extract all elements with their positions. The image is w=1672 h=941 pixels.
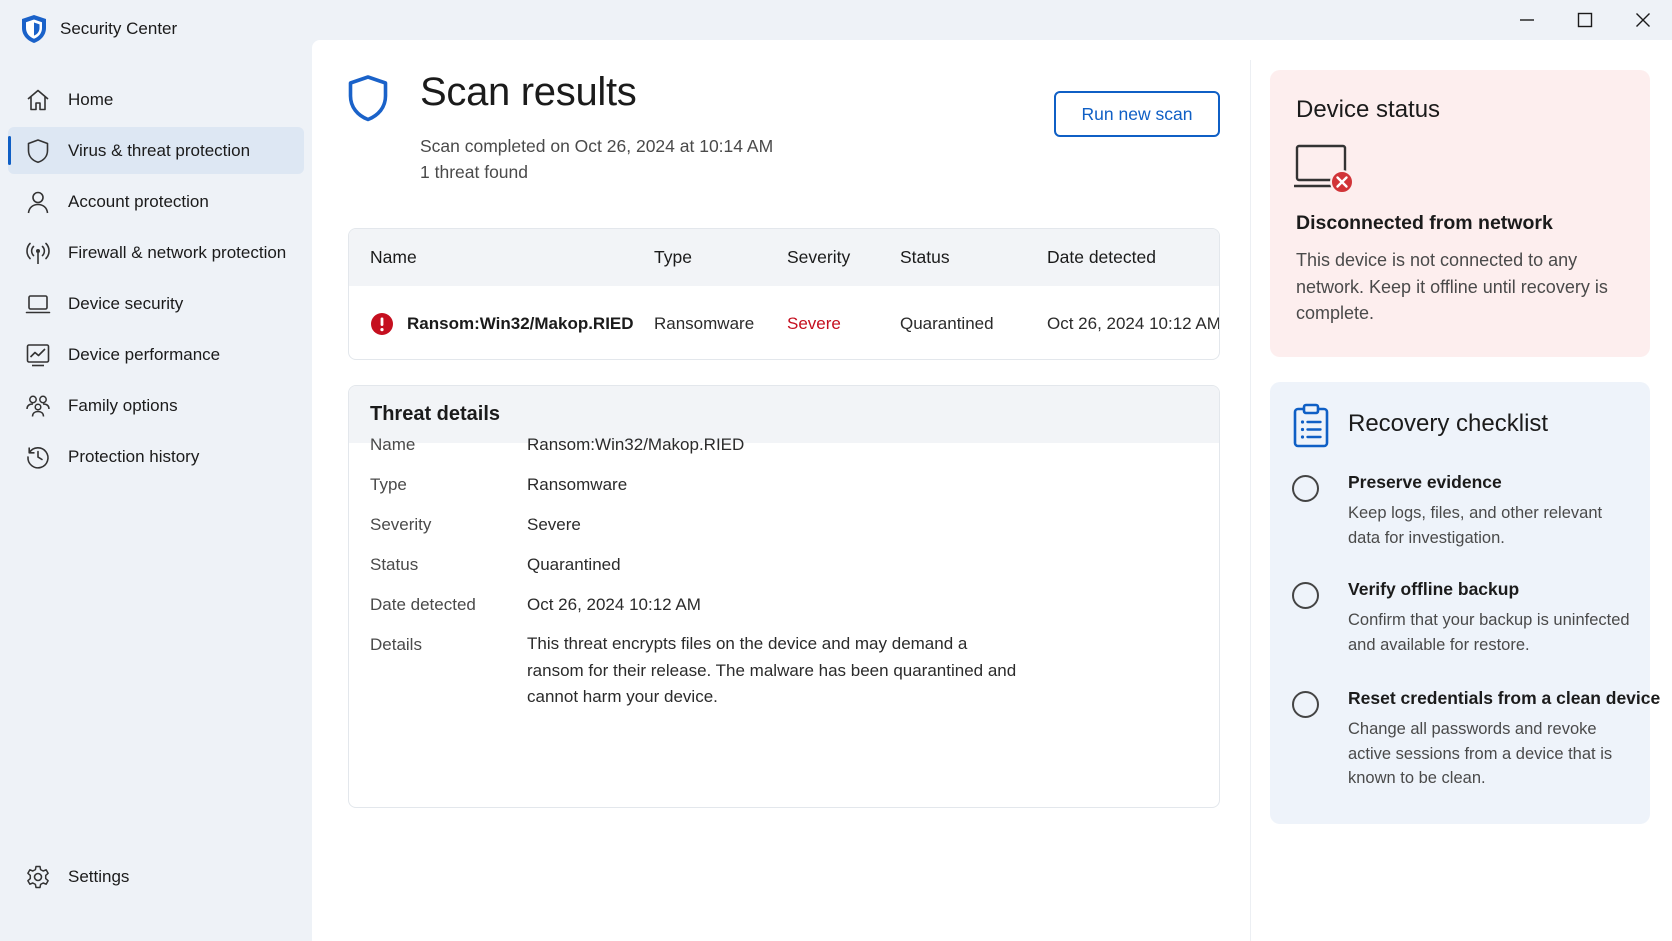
antenna-icon bbox=[26, 242, 50, 264]
device-status-card: Device status Disconnected from network … bbox=[1270, 70, 1650, 357]
threat-details-panel: Threat details Name Ransom:Win32/Makop.R… bbox=[348, 385, 1220, 808]
threat-severity: Severe bbox=[787, 313, 841, 333]
detail-label-name: Name bbox=[370, 435, 416, 454]
checklist-radio[interactable] bbox=[1292, 691, 1319, 718]
window-controls bbox=[1498, 0, 1672, 40]
table-row[interactable]: Ransom:Win32/Makop.RIED Ransomware Sever… bbox=[349, 286, 1220, 359]
sidebar-item-label: Family options bbox=[68, 395, 178, 415]
shield-icon bbox=[348, 75, 388, 122]
gear-icon bbox=[27, 865, 49, 888]
sidebar-item-firewall-network-protection[interactable]: Firewall & network protection bbox=[8, 229, 304, 276]
threat-name-cell: Ransom:Win32/Makop.RIED bbox=[370, 286, 634, 359]
detail-value-type: Ransomware bbox=[527, 475, 628, 494]
column-divider bbox=[1250, 60, 1251, 941]
sidebar-item-label: Device security bbox=[68, 293, 184, 313]
sidebar-item-label: Device performance bbox=[68, 344, 221, 364]
checklist-item-description: Confirm that your backup is uninfected a… bbox=[1348, 611, 1630, 654]
column-header-severity[interactable]: Severity bbox=[787, 229, 850, 286]
app-title: Security Center bbox=[60, 19, 178, 38]
threat-details-title: Threat details bbox=[349, 386, 1219, 443]
detail-label-type: Type bbox=[370, 475, 407, 494]
detail-value-severity: Severe bbox=[527, 515, 581, 534]
home-icon bbox=[27, 89, 49, 110]
recovery-checklist-card: Recovery checklist Preserve evidence Kee… bbox=[1270, 382, 1660, 824]
sidebar-nav: Home Virus & threat protection Account p… bbox=[0, 76, 312, 484]
maximize-button[interactable] bbox=[1556, 0, 1614, 40]
column-header-name[interactable]: Name bbox=[370, 229, 417, 286]
threat-count-text: 1 threat found bbox=[420, 162, 528, 182]
alert-icon bbox=[371, 312, 393, 335]
sidebar-item-virus-threat-protection[interactable]: Virus & threat protection bbox=[8, 127, 304, 174]
sidebar-item-settings[interactable]: Settings bbox=[8, 853, 304, 900]
sidebar-item-home[interactable]: Home bbox=[8, 76, 304, 123]
sidebar-item-account-protection[interactable]: Account protection bbox=[8, 178, 304, 225]
sidebar-item-label: Home bbox=[68, 89, 114, 109]
minimize-icon bbox=[1520, 19, 1534, 21]
laptop-disconnected-icon bbox=[1294, 144, 1354, 194]
sidebar-item-family-options[interactable]: Family options bbox=[8, 382, 304, 429]
checklist-item-title: Reset credentials from a clean device bbox=[1348, 688, 1661, 708]
scan-completed-text: Scan completed on Oct 26, 2024 at 10:14 … bbox=[420, 136, 774, 156]
detail-label-date-detected: Date detected bbox=[370, 595, 476, 614]
results-table: Name Type Severity Status Date detected … bbox=[348, 228, 1220, 360]
threat-name: Ransom:Win32/Makop.RIED bbox=[407, 313, 634, 333]
clipboard-icon bbox=[1293, 403, 1329, 448]
sidebar-item-device-security[interactable]: Device security bbox=[8, 280, 304, 327]
column-header-date-detected[interactable]: Date detected bbox=[1047, 229, 1156, 286]
device-status-title: Device status bbox=[1296, 96, 1441, 123]
sidebar-item-protection-history[interactable]: Protection history bbox=[8, 433, 304, 480]
laptop-icon bbox=[25, 294, 51, 313]
threat-type: Ransomware bbox=[654, 313, 755, 333]
detail-label-details: Details bbox=[370, 635, 422, 654]
shield-icon bbox=[22, 15, 46, 43]
sidebar-item-label: Protection history bbox=[68, 446, 200, 466]
checklist-radio[interactable] bbox=[1292, 582, 1319, 609]
minimize-button[interactable] bbox=[1498, 0, 1556, 40]
detail-label-severity: Severity bbox=[370, 515, 432, 534]
threat-date-detected: Oct 26, 2024 10:12 AM bbox=[1047, 313, 1220, 333]
sidebar-item-label: Settings bbox=[68, 866, 130, 886]
chart-icon bbox=[26, 343, 50, 366]
checklist-item-title: Preserve evidence bbox=[1348, 472, 1502, 492]
checklist-item-description: Keep logs, files, and other relevant dat… bbox=[1348, 504, 1603, 547]
threat-status: Quarantined bbox=[900, 313, 994, 333]
detail-value-status: Quarantined bbox=[527, 555, 621, 574]
sidebar-item-device-performance[interactable]: Device performance bbox=[8, 331, 304, 378]
table-header: Name Type Severity Status Date detected bbox=[349, 229, 1219, 286]
sidebar-item-label: Virus & threat protection bbox=[68, 140, 251, 160]
recovery-checklist-title: Recovery checklist bbox=[1348, 410, 1549, 437]
maximize-icon bbox=[1577, 12, 1593, 28]
history-icon bbox=[27, 446, 49, 469]
person-icon bbox=[27, 191, 49, 213]
family-icon bbox=[26, 395, 50, 417]
sidebar-item-label: Account protection bbox=[68, 191, 209, 211]
detail-value-date-detected: Oct 26, 2024 10:12 AM bbox=[527, 595, 701, 614]
detail-value-details: This threat encrypts files on the device… bbox=[527, 634, 1017, 706]
column-header-status[interactable]: Status bbox=[900, 229, 950, 286]
close-icon bbox=[1636, 13, 1650, 27]
shield-icon bbox=[27, 138, 49, 163]
page-title: Scan results bbox=[420, 70, 637, 114]
run-new-scan-button[interactable]: Run new scan bbox=[1054, 91, 1220, 137]
column-header-type[interactable]: Type bbox=[654, 229, 692, 286]
sidebar-item-label: Firewall & network protection bbox=[68, 242, 287, 262]
detail-label-status: Status bbox=[370, 555, 419, 574]
checklist-radio[interactable] bbox=[1292, 475, 1319, 502]
close-button[interactable] bbox=[1614, 0, 1672, 40]
device-status-description: This device is not connected to any netw… bbox=[1296, 250, 1608, 323]
detail-value-name: Ransom:Win32/Makop.RIED bbox=[527, 435, 745, 454]
device-status-heading: Disconnected from network bbox=[1296, 212, 1553, 234]
checklist-item-description: Change all passwords and revoke active s… bbox=[1348, 720, 1613, 787]
app-title-bar: Security Center bbox=[20, 14, 177, 44]
checklist-item-title: Verify offline backup bbox=[1348, 579, 1520, 599]
